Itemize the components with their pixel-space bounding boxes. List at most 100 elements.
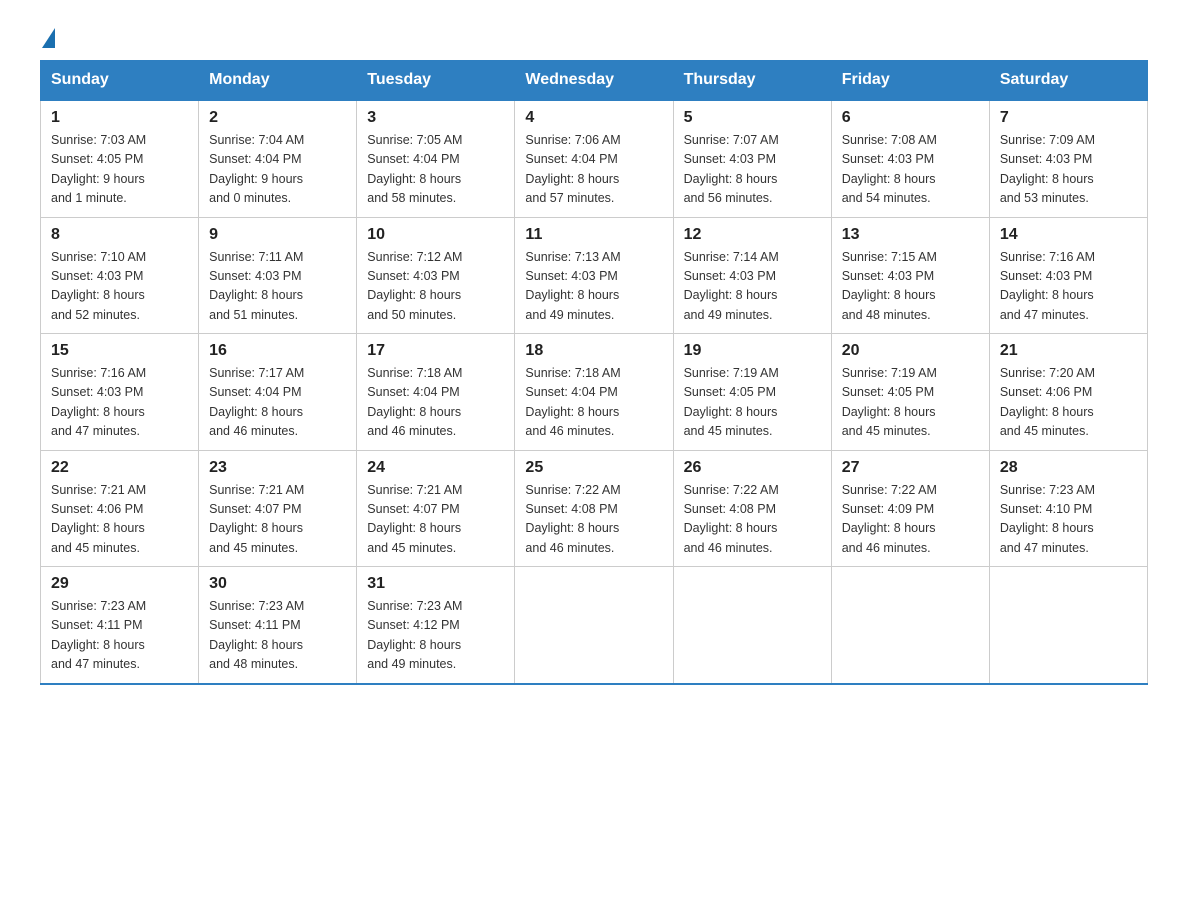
day-info: Sunrise: 7:18 AMSunset: 4:04 PMDaylight:…: [525, 364, 662, 442]
day-number: 30: [209, 575, 346, 593]
day-number: 22: [51, 459, 188, 477]
day-number: 15: [51, 342, 188, 360]
day-info: Sunrise: 7:14 AMSunset: 4:03 PMDaylight:…: [684, 248, 821, 326]
header-tuesday: Tuesday: [357, 61, 515, 101]
day-number: 9: [209, 226, 346, 244]
calendar-cell: [831, 567, 989, 684]
day-info: Sunrise: 7:05 AMSunset: 4:04 PMDaylight:…: [367, 131, 504, 209]
day-number: 8: [51, 226, 188, 244]
calendar-cell: 5 Sunrise: 7:07 AMSunset: 4:03 PMDayligh…: [673, 100, 831, 217]
day-number: 1: [51, 109, 188, 127]
day-number: 16: [209, 342, 346, 360]
day-info: Sunrise: 7:21 AMSunset: 4:07 PMDaylight:…: [209, 481, 346, 559]
calendar-cell: [989, 567, 1147, 684]
day-info: Sunrise: 7:15 AMSunset: 4:03 PMDaylight:…: [842, 248, 979, 326]
calendar-cell: 14 Sunrise: 7:16 AMSunset: 4:03 PMDaylig…: [989, 217, 1147, 334]
day-number: 28: [1000, 459, 1137, 477]
calendar-cell: 3 Sunrise: 7:05 AMSunset: 4:04 PMDayligh…: [357, 100, 515, 217]
day-info: Sunrise: 7:08 AMSunset: 4:03 PMDaylight:…: [842, 131, 979, 209]
calendar-cell: [515, 567, 673, 684]
calendar-cell: 20 Sunrise: 7:19 AMSunset: 4:05 PMDaylig…: [831, 334, 989, 451]
calendar-header-row: SundayMondayTuesdayWednesdayThursdayFrid…: [41, 61, 1148, 101]
day-number: 5: [684, 109, 821, 127]
calendar-cell: 16 Sunrise: 7:17 AMSunset: 4:04 PMDaylig…: [199, 334, 357, 451]
calendar-cell: 6 Sunrise: 7:08 AMSunset: 4:03 PMDayligh…: [831, 100, 989, 217]
day-number: 24: [367, 459, 504, 477]
calendar-cell: 10 Sunrise: 7:12 AMSunset: 4:03 PMDaylig…: [357, 217, 515, 334]
calendar-week-3: 15 Sunrise: 7:16 AMSunset: 4:03 PMDaylig…: [41, 334, 1148, 451]
day-info: Sunrise: 7:04 AMSunset: 4:04 PMDaylight:…: [209, 131, 346, 209]
calendar-cell: 21 Sunrise: 7:20 AMSunset: 4:06 PMDaylig…: [989, 334, 1147, 451]
day-number: 7: [1000, 109, 1137, 127]
calendar-cell: 27 Sunrise: 7:22 AMSunset: 4:09 PMDaylig…: [831, 450, 989, 567]
calendar-cell: 19 Sunrise: 7:19 AMSunset: 4:05 PMDaylig…: [673, 334, 831, 451]
calendar-cell: 1 Sunrise: 7:03 AMSunset: 4:05 PMDayligh…: [41, 100, 199, 217]
calendar-week-4: 22 Sunrise: 7:21 AMSunset: 4:06 PMDaylig…: [41, 450, 1148, 567]
day-number: 27: [842, 459, 979, 477]
day-number: 23: [209, 459, 346, 477]
day-info: Sunrise: 7:23 AMSunset: 4:11 PMDaylight:…: [209, 597, 346, 675]
day-number: 31: [367, 575, 504, 593]
day-info: Sunrise: 7:21 AMSunset: 4:06 PMDaylight:…: [51, 481, 188, 559]
day-number: 29: [51, 575, 188, 593]
day-info: Sunrise: 7:19 AMSunset: 4:05 PMDaylight:…: [684, 364, 821, 442]
day-info: Sunrise: 7:21 AMSunset: 4:07 PMDaylight:…: [367, 481, 504, 559]
logo-triangle-icon: [42, 28, 55, 48]
day-number: 20: [842, 342, 979, 360]
calendar-cell: 24 Sunrise: 7:21 AMSunset: 4:07 PMDaylig…: [357, 450, 515, 567]
header-monday: Monday: [199, 61, 357, 101]
day-info: Sunrise: 7:17 AMSunset: 4:04 PMDaylight:…: [209, 364, 346, 442]
calendar-cell: 18 Sunrise: 7:18 AMSunset: 4:04 PMDaylig…: [515, 334, 673, 451]
calendar-cell: 23 Sunrise: 7:21 AMSunset: 4:07 PMDaylig…: [199, 450, 357, 567]
calendar-cell: 29 Sunrise: 7:23 AMSunset: 4:11 PMDaylig…: [41, 567, 199, 684]
day-info: Sunrise: 7:07 AMSunset: 4:03 PMDaylight:…: [684, 131, 821, 209]
calendar-cell: 31 Sunrise: 7:23 AMSunset: 4:12 PMDaylig…: [357, 567, 515, 684]
header-saturday: Saturday: [989, 61, 1147, 101]
day-number: 6: [842, 109, 979, 127]
calendar-cell: 28 Sunrise: 7:23 AMSunset: 4:10 PMDaylig…: [989, 450, 1147, 567]
day-info: Sunrise: 7:16 AMSunset: 4:03 PMDaylight:…: [51, 364, 188, 442]
calendar-cell: 22 Sunrise: 7:21 AMSunset: 4:06 PMDaylig…: [41, 450, 199, 567]
calendar-table: SundayMondayTuesdayWednesdayThursdayFrid…: [40, 60, 1148, 685]
day-number: 19: [684, 342, 821, 360]
day-info: Sunrise: 7:16 AMSunset: 4:03 PMDaylight:…: [1000, 248, 1137, 326]
calendar-cell: 8 Sunrise: 7:10 AMSunset: 4:03 PMDayligh…: [41, 217, 199, 334]
day-info: Sunrise: 7:11 AMSunset: 4:03 PMDaylight:…: [209, 248, 346, 326]
day-info: Sunrise: 7:10 AMSunset: 4:03 PMDaylight:…: [51, 248, 188, 326]
day-info: Sunrise: 7:19 AMSunset: 4:05 PMDaylight:…: [842, 364, 979, 442]
day-info: Sunrise: 7:22 AMSunset: 4:09 PMDaylight:…: [842, 481, 979, 559]
day-info: Sunrise: 7:23 AMSunset: 4:12 PMDaylight:…: [367, 597, 504, 675]
day-info: Sunrise: 7:20 AMSunset: 4:06 PMDaylight:…: [1000, 364, 1137, 442]
calendar-week-5: 29 Sunrise: 7:23 AMSunset: 4:11 PMDaylig…: [41, 567, 1148, 684]
calendar-cell: 13 Sunrise: 7:15 AMSunset: 4:03 PMDaylig…: [831, 217, 989, 334]
calendar-cell: 12 Sunrise: 7:14 AMSunset: 4:03 PMDaylig…: [673, 217, 831, 334]
day-number: 18: [525, 342, 662, 360]
page-header: [40, 30, 1148, 50]
header-thursday: Thursday: [673, 61, 831, 101]
header-sunday: Sunday: [41, 61, 199, 101]
day-info: Sunrise: 7:03 AMSunset: 4:05 PMDaylight:…: [51, 131, 188, 209]
day-number: 25: [525, 459, 662, 477]
day-number: 11: [525, 226, 662, 244]
logo: [40, 30, 55, 50]
calendar-cell: 25 Sunrise: 7:22 AMSunset: 4:08 PMDaylig…: [515, 450, 673, 567]
day-info: Sunrise: 7:09 AMSunset: 4:03 PMDaylight:…: [1000, 131, 1137, 209]
day-number: 2: [209, 109, 346, 127]
day-info: Sunrise: 7:18 AMSunset: 4:04 PMDaylight:…: [367, 364, 504, 442]
day-info: Sunrise: 7:22 AMSunset: 4:08 PMDaylight:…: [525, 481, 662, 559]
calendar-cell: 11 Sunrise: 7:13 AMSunset: 4:03 PMDaylig…: [515, 217, 673, 334]
day-number: 21: [1000, 342, 1137, 360]
day-number: 14: [1000, 226, 1137, 244]
day-number: 17: [367, 342, 504, 360]
calendar-week-2: 8 Sunrise: 7:10 AMSunset: 4:03 PMDayligh…: [41, 217, 1148, 334]
day-number: 13: [842, 226, 979, 244]
day-number: 10: [367, 226, 504, 244]
calendar-cell: [673, 567, 831, 684]
day-info: Sunrise: 7:22 AMSunset: 4:08 PMDaylight:…: [684, 481, 821, 559]
day-info: Sunrise: 7:06 AMSunset: 4:04 PMDaylight:…: [525, 131, 662, 209]
day-info: Sunrise: 7:23 AMSunset: 4:11 PMDaylight:…: [51, 597, 188, 675]
day-number: 4: [525, 109, 662, 127]
calendar-cell: 2 Sunrise: 7:04 AMSunset: 4:04 PMDayligh…: [199, 100, 357, 217]
calendar-cell: 17 Sunrise: 7:18 AMSunset: 4:04 PMDaylig…: [357, 334, 515, 451]
header-friday: Friday: [831, 61, 989, 101]
